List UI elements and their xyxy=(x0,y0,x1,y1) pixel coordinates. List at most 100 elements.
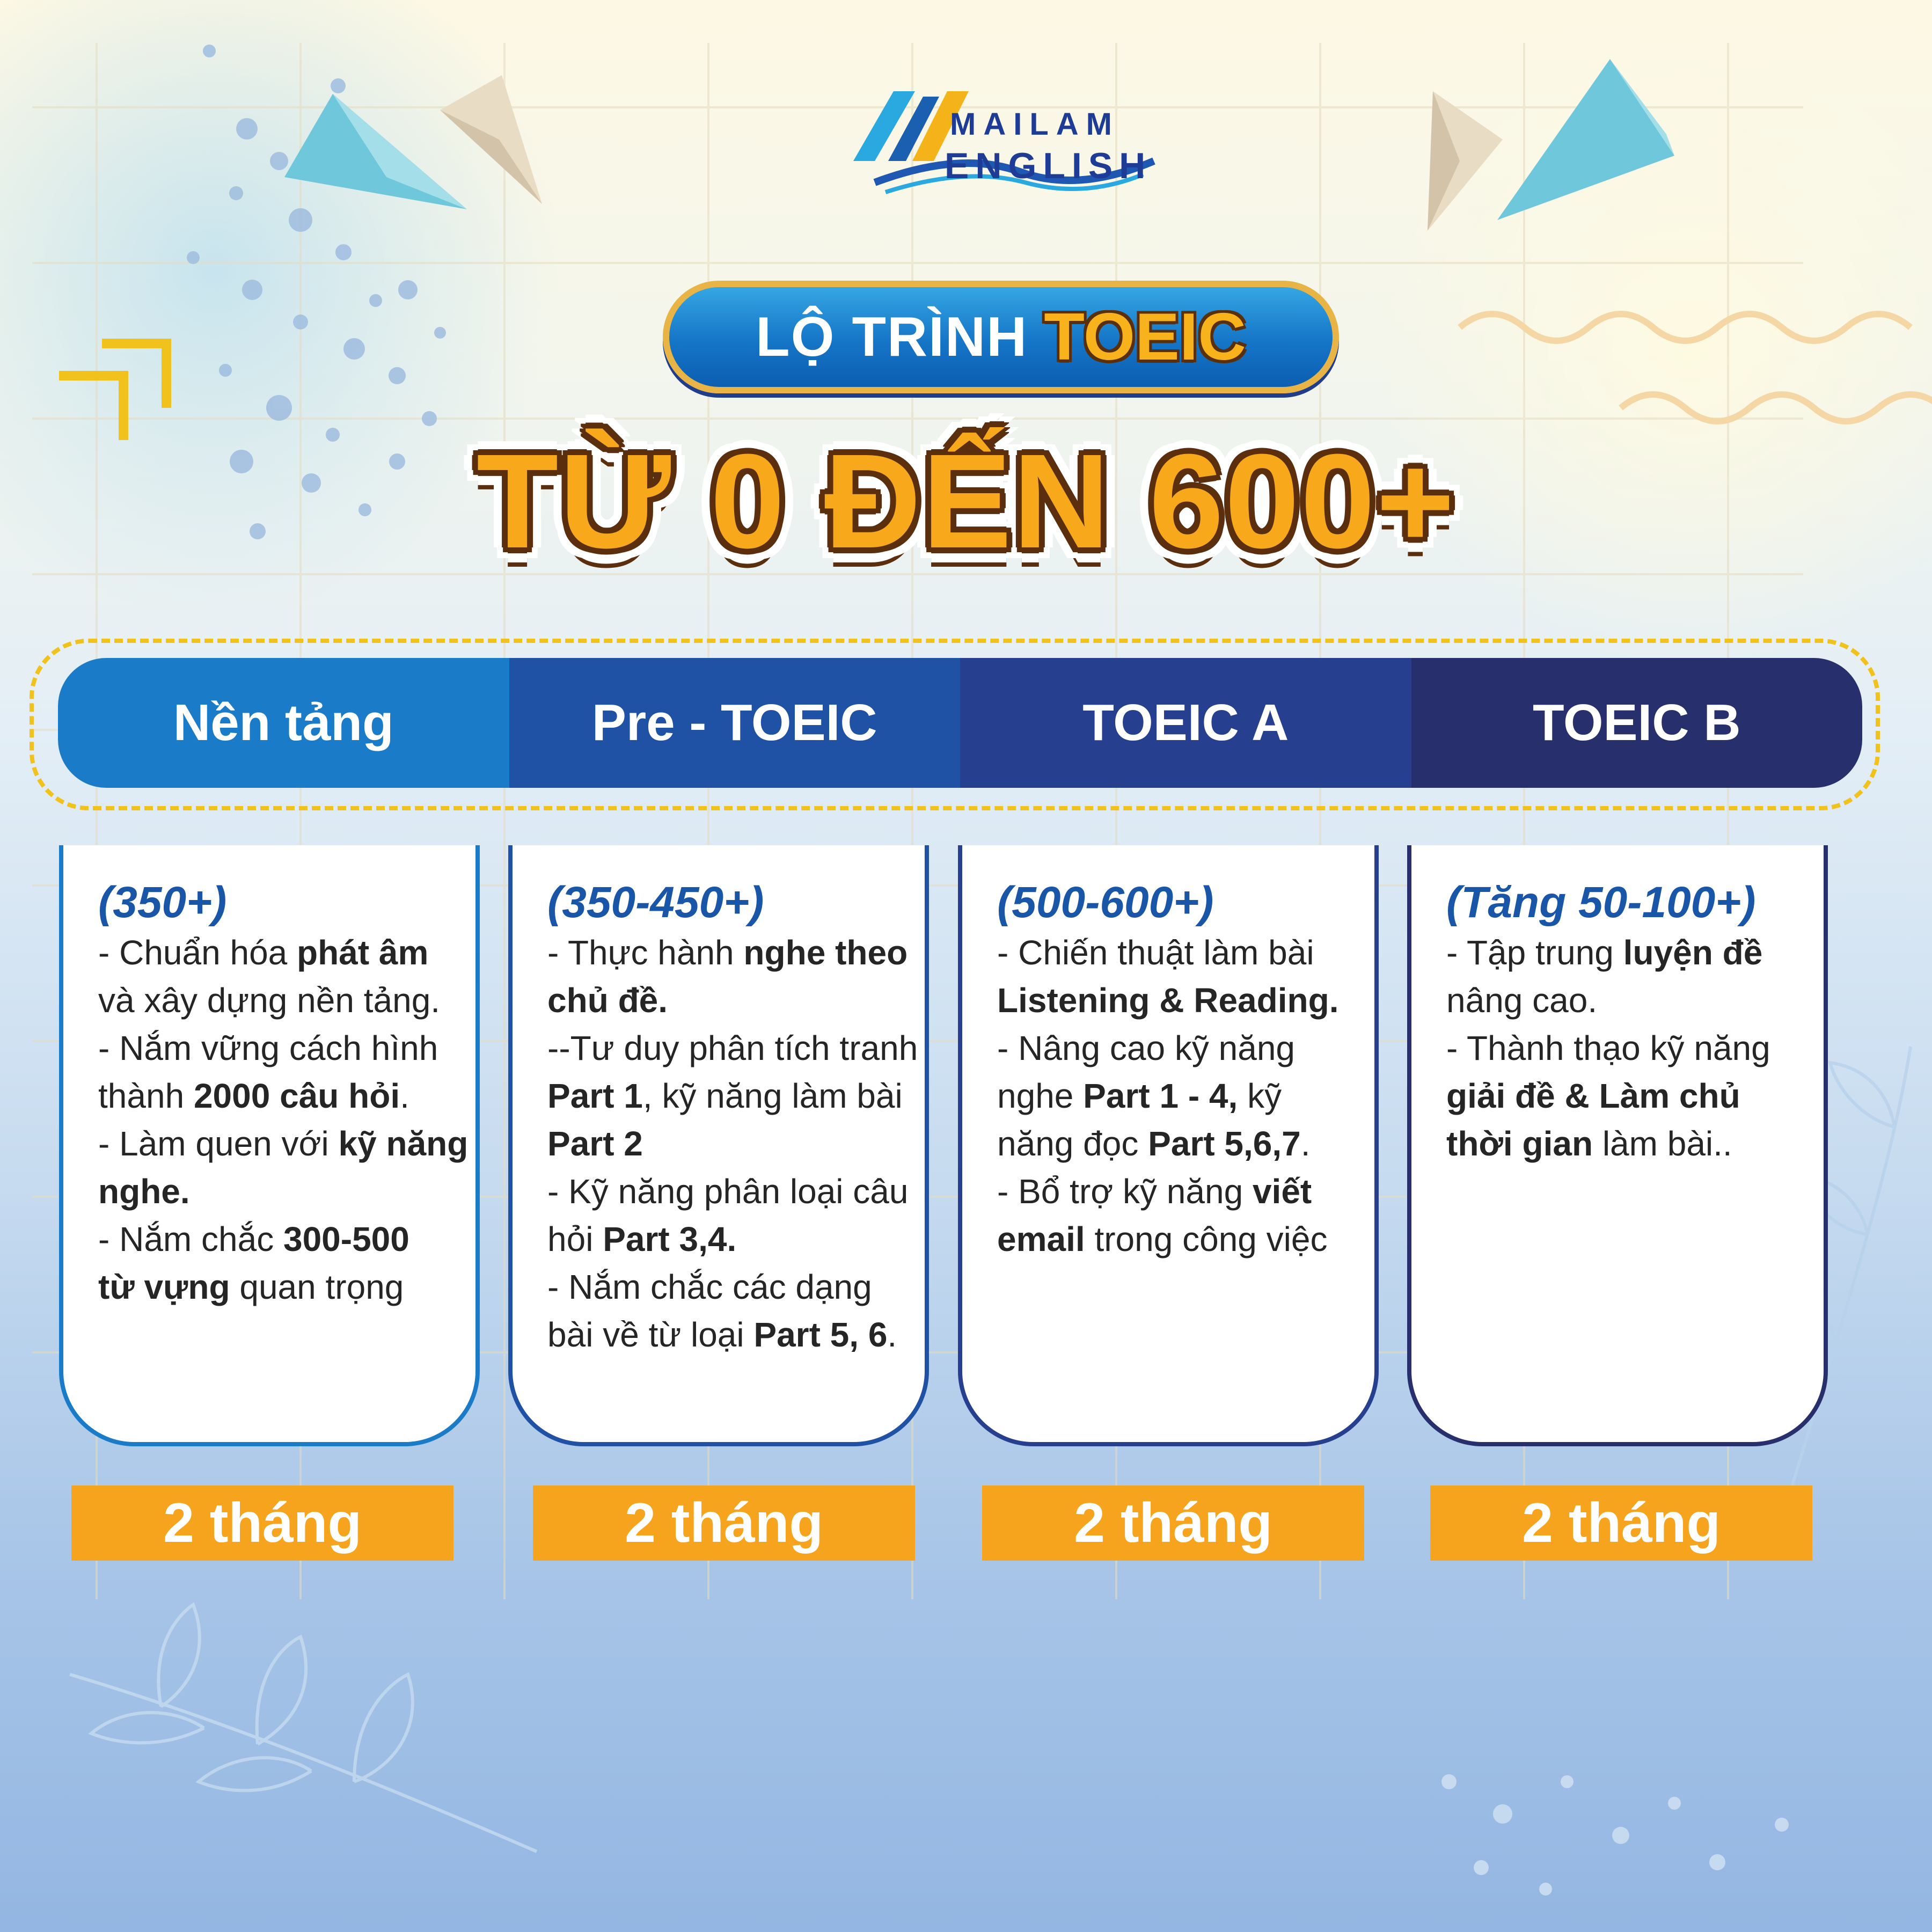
stage-line: Part 1, kỹ năng làm bài xyxy=(547,1072,903,1120)
stage-line: - Thành thạo kỹ năng xyxy=(1446,1024,1791,1072)
text: . xyxy=(400,1077,409,1115)
text: - Thực hành xyxy=(547,933,744,972)
stage-line: Listening & Reading. xyxy=(997,977,1342,1024)
text: - Tập trung xyxy=(1446,933,1623,972)
text: . xyxy=(887,1315,897,1354)
logo-text-bottom: ENGLISH xyxy=(945,145,1152,186)
stage-header-bar: Nền tảng Pre - TOEIC TOEIC A TOEIC B xyxy=(58,658,1862,788)
text: . xyxy=(1300,1124,1311,1163)
stage-line: - Chiến thuật làm bài xyxy=(997,929,1342,977)
bold-text: Listening & Reading. xyxy=(997,981,1339,1020)
text: bài về từ loại xyxy=(547,1315,754,1354)
text: làm bài.. xyxy=(1593,1124,1732,1163)
text: - Bổ trợ kỹ năng xyxy=(997,1172,1253,1211)
bold-text: nghe theo xyxy=(743,933,908,972)
text: --Tư duy phân tích tranh xyxy=(547,1029,918,1067)
stage-line: - Nắm chắc các dạng xyxy=(547,1263,892,1311)
bold-text: phát âm xyxy=(297,933,429,972)
stage-description: - Chiến thuật làm bài Listening & Reading… xyxy=(997,929,1342,1263)
stage-line: --Tư duy phân tích tranh xyxy=(547,1024,918,1072)
text: kỹ xyxy=(1238,1077,1282,1115)
duration-label-1: 2 tháng xyxy=(71,1485,453,1561)
badge-text: LỘ TRÌNH xyxy=(756,305,1028,368)
paper-plane-right-icon xyxy=(1428,59,1674,231)
bold-text: chủ đề. xyxy=(547,981,668,1020)
stage-line: - Nâng cao kỹ năng xyxy=(997,1024,1342,1072)
stage-line: - Nắm vững cách hình xyxy=(98,1024,443,1072)
text: - Chuẩn hóa xyxy=(98,933,297,972)
bold-text: Part 2 xyxy=(547,1124,643,1163)
text: - Nắm vững cách hình xyxy=(98,1029,438,1067)
stage-score: (350+) xyxy=(98,878,227,927)
bold-text: Part 1 xyxy=(547,1077,643,1115)
bold-text: Part 5,6,7 xyxy=(1148,1124,1301,1163)
stage-description: - Tập trung luyện đề nâng cao. - Thành thạ… xyxy=(1446,929,1791,1168)
text: quan trọng xyxy=(230,1268,404,1306)
text: hỏi xyxy=(547,1220,603,1258)
stage-line: năng đọc Part 5,6,7. xyxy=(997,1120,1342,1168)
mailam-english-logo: MAILAM ENGLISH xyxy=(843,80,1165,209)
stage-line: - Kỹ năng phân loại câu xyxy=(547,1168,908,1216)
stage-score: (500-600+) xyxy=(997,878,1214,927)
dots-bottom-right xyxy=(1441,1774,1789,1896)
bold-text: email xyxy=(997,1220,1085,1258)
stage-line: thành 2000 câu hỏi. xyxy=(98,1072,443,1120)
bold-text: 300-500 xyxy=(283,1220,409,1258)
text: nâng cao. xyxy=(1446,981,1598,1020)
wave-lines xyxy=(1458,311,1932,425)
stage-card-3: (500-600+) - Chiến thuật làm bài Listenin… xyxy=(958,845,1379,1446)
stage-line: chủ đề. xyxy=(547,977,892,1024)
stage-line: - Chuẩn hóa phát âm xyxy=(98,929,443,977)
text: - Thành thạo kỹ năng xyxy=(1446,1029,1770,1067)
text: - Nắm chắc xyxy=(98,1220,283,1258)
stage-card-2: (350-450+) - Thực hành nghe theo chủ đề. -… xyxy=(508,845,929,1446)
text: - Kỹ năng phân loại câu xyxy=(547,1172,909,1211)
bold-text: từ vựng xyxy=(98,1268,230,1306)
stage-line: - Tập trung luyện đề xyxy=(1446,929,1791,977)
bold-text: Part 1 - 4, xyxy=(1083,1077,1238,1115)
bold-text: 2000 câu hỏi xyxy=(193,1077,400,1115)
text: - Chiến thuật làm bài xyxy=(997,933,1314,972)
title-badge: LỘ TRÌNH TOEIC xyxy=(663,281,1339,393)
stage-line: email trong công việc xyxy=(997,1216,1342,1263)
stage-title-1: Nền tảng xyxy=(58,658,509,788)
stage-line: - Thực hành nghe theo xyxy=(547,929,908,977)
bold-text: viết xyxy=(1252,1172,1312,1211)
text: thành xyxy=(98,1077,194,1115)
stage-line: thời gian làm bài.. xyxy=(1446,1120,1791,1168)
stage-line: - Nắm chắc 300-500 xyxy=(98,1216,443,1263)
text: , kỹ năng làm bài xyxy=(642,1077,903,1115)
stage-line: giải đề & Làm chủ xyxy=(1446,1072,1791,1120)
stage-score: (Tăng 50-100+) xyxy=(1446,878,1756,927)
bold-text: kỹ năng xyxy=(338,1124,469,1163)
text: - Nâng cao kỹ năng xyxy=(997,1029,1295,1067)
paper-plane-left-icon xyxy=(284,75,542,209)
duration-label-2: 2 tháng xyxy=(533,1485,915,1561)
logo-text-top: MAILAM xyxy=(950,107,1119,142)
stage-line: nghe. xyxy=(98,1168,443,1216)
stage-line: từ vựng quan trọng xyxy=(98,1263,443,1311)
text: năng đọc xyxy=(997,1124,1148,1163)
stage-line: bài về từ loại Part 5, 6. xyxy=(547,1311,897,1359)
stage-title-4: TOEIC B xyxy=(1411,658,1862,788)
stage-title-2: Pre - TOEIC xyxy=(509,658,960,788)
bold-text: luyện đề xyxy=(1623,933,1763,972)
duration-label-4: 2 tháng xyxy=(1430,1485,1812,1561)
bold-text: Part 3,4. xyxy=(603,1220,737,1258)
bold-text: nghe. xyxy=(98,1172,190,1211)
stage-description: - Thực hành nghe theo chủ đề. --Tư duy phâ… xyxy=(547,929,918,1359)
infographic-page: MAILAM ENGLISH LỘ TRÌNH TOEIC TỪ 0 ĐẾN 6… xyxy=(0,0,1932,1932)
stage-line: và xây dựng nền tảng. xyxy=(98,977,443,1024)
stage-line: nghe Part 1 - 4, kỹ xyxy=(997,1072,1342,1120)
stage-card-4: (Tăng 50-100+) - Tập trung luyện đề nâng … xyxy=(1407,845,1828,1446)
text: và xây dựng nền tảng. xyxy=(98,981,441,1020)
stage-line: nâng cao. xyxy=(1446,977,1791,1024)
text: - Làm quen với xyxy=(98,1124,339,1163)
stage-card-1: (350+) - Chuẩn hóa phát âm và xây dựng nề… xyxy=(59,845,480,1446)
stage-line: - Bổ trợ kỹ năng viết xyxy=(997,1168,1342,1216)
leaf-sketch-bottom-left-icon xyxy=(69,1602,538,1853)
stage-line: - Làm quen với kỹ năng xyxy=(98,1120,468,1168)
text: nghe xyxy=(997,1077,1084,1115)
text: trong công việc xyxy=(1085,1220,1328,1258)
duration-label-3: 2 tháng xyxy=(982,1485,1364,1561)
